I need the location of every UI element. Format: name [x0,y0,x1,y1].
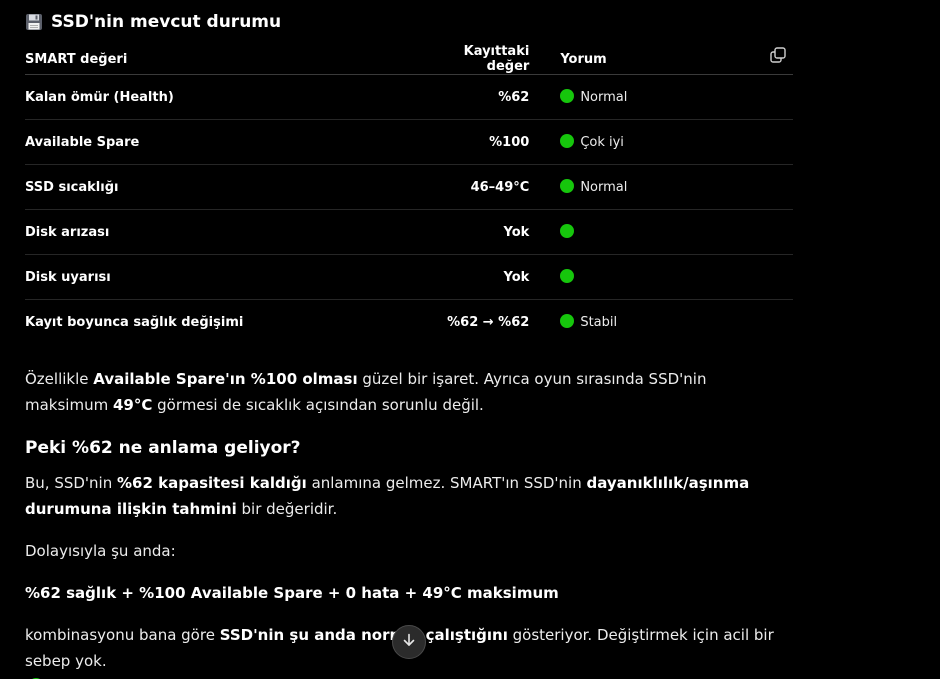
scroll-to-bottom-button[interactable] [392,625,426,659]
bold-spare: Available Spare'ın %100 olması [93,370,358,388]
row-attribute: SSD sıcaklığı [25,164,427,210]
row-value: %100 [426,119,530,165]
bold-capacity: %62 kapasitesi kaldığı [117,474,307,492]
row-comment [529,209,793,255]
green-circle-icon [560,314,575,328]
row-comment: Normal [529,74,793,120]
row-value: Yok [426,209,530,255]
section-title: SSD'nin mevcut durumu [51,12,282,32]
row-comment: Stabil [529,300,793,345]
comment-text: Stabil [580,314,618,330]
subheading: Peki %62 ne anlama geliyor? [25,438,301,458]
bold-temp: 49°C [112,396,153,414]
header-comment: Yorum [529,44,793,75]
row-value: 46–49°C [426,164,530,210]
table-row: Available Spare %100 Çok iyi [25,119,793,165]
row-attribute: Kalan ömür (Health) [25,74,427,120]
row-value: %62 → %62 [447,314,530,330]
comment-text: Normal [580,89,628,105]
green-circle-icon [560,269,575,283]
copy-icon[interactable] [769,46,787,64]
row-attribute: Disk arızası [25,209,427,255]
row-value: Yok [426,254,530,300]
row-comment [529,254,793,300]
green-circle-icon [560,89,575,103]
table-row: Kayıt boyunca sağlık değişimi %62 → %62 … [25,300,793,345]
section-heading: SSD'nin mevcut durumu [25,0,793,44]
table-row: Disk uyarısı Yok [25,254,793,300]
bold-normal: SSD'nin şu anda normal çalıştığını [219,626,508,644]
row-attribute: Kayıt boyunca sağlık değişimi [25,314,244,330]
assistant-message: SSD'nin mevcut durumu SMART değeri Kayıt… [25,0,793,679]
row-value: %62 [426,74,530,120]
row-attribute: Available Spare [25,119,427,165]
smart-table: SMART değeri Kayıttaki değer Yorum Kalan… [25,44,793,344]
green-circle-icon [560,179,575,193]
row-comment: Normal [529,164,793,210]
floppy-disk-icon [25,13,43,31]
row-comment: Çok iyi [529,119,793,165]
chat-page: SSD'nin mevcut durumu SMART değeri Kayıt… [0,0,940,679]
table-row: Kalan ömür (Health) %62 Normal [25,74,793,120]
table-header-row: SMART değeri Kayıttaki değer Yorum [25,44,793,75]
row-attribute: Disk uyarısı [25,254,427,300]
paragraph-meaning: Bu, SSD'nin %62 kapasitesi kaldığı anlam… [25,474,750,518]
paragraph-summary-formula: %62 sağlık + %100 Available Spare + 0 ha… [25,584,559,602]
green-circle-icon [560,224,575,238]
paragraph-spare-temp: Özellikle Available Spare'ın %100 olması… [25,370,707,414]
header-recorded-value: Kayıttaki değer [426,44,530,75]
green-circle-icon [560,134,575,148]
comment-text: Çok iyi [580,134,624,150]
table-row: SSD sıcaklığı 46–49°C Normal [25,164,793,210]
arrow-down-icon [401,632,417,652]
smart-table-container: SMART değeri Kayıttaki değer Yorum Kalan… [25,44,793,344]
comment-text: Normal [580,179,628,195]
table-row: Disk arızası Yok [25,209,793,255]
header-smart-value: SMART değeri [25,44,427,75]
paragraph-therefore: Dolayısıyla şu anda: [25,542,176,560]
